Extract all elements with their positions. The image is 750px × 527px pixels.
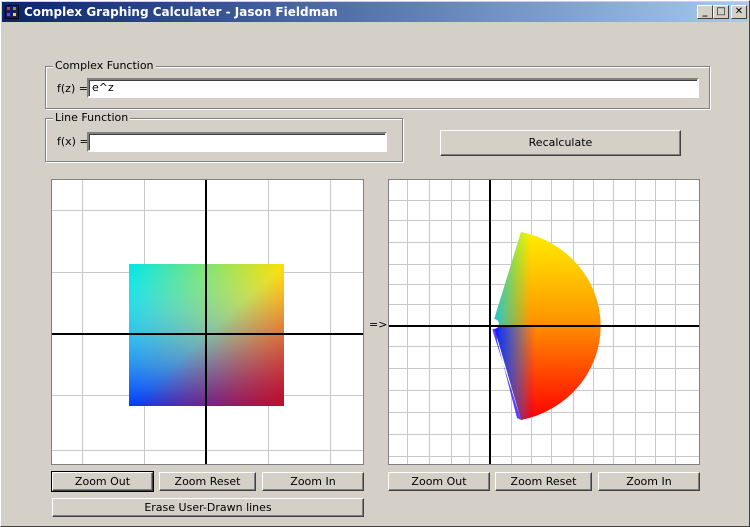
complex-function-group: Complex Function f(z) = e^z: [45, 59, 710, 109]
left-zoom-reset-button[interactable]: Zoom Reset: [159, 472, 256, 491]
complex-function-legend: Complex Function: [53, 59, 156, 72]
erase-lines-button[interactable]: Erase User-Drawn lines: [52, 498, 364, 517]
window-title: Complex Graphing Calculater - Jason Fiel…: [24, 5, 338, 19]
minimize-button[interactable]: _: [697, 5, 713, 19]
right-zoom-out-button[interactable]: Zoom Out: [388, 472, 490, 491]
output-plane-plot[interactable]: [388, 179, 700, 465]
app-window: Complex Graphing Calculater - Jason Fiel…: [0, 0, 750, 527]
left-zoom-in-button[interactable]: Zoom In: [262, 472, 364, 491]
input-plane-canvas[interactable]: [52, 180, 363, 464]
output-plane-canvas[interactable]: [389, 180, 699, 464]
complex-function-input[interactable]: e^z: [87, 78, 699, 98]
line-function-label: f(x) =: [57, 135, 89, 148]
close-button[interactable]: ✕: [731, 5, 747, 19]
line-function-group: Line Function f(x) =: [45, 111, 403, 162]
app-icon: [5, 5, 19, 19]
maximize-button[interactable]: □: [713, 5, 729, 19]
left-zoom-out-button[interactable]: Zoom Out: [52, 472, 153, 491]
line-function-input[interactable]: [87, 132, 387, 152]
right-zoom-reset-button[interactable]: Zoom Reset: [495, 472, 592, 491]
recalculate-button[interactable]: Recalculate: [440, 130, 681, 156]
line-function-legend: Line Function: [53, 111, 131, 124]
complex-function-label: f(z) =: [57, 82, 88, 95]
mapping-arrow: =>: [369, 318, 388, 331]
title-bar[interactable]: Complex Graphing Calculater - Jason Fiel…: [2, 2, 748, 22]
right-zoom-in-button[interactable]: Zoom In: [598, 472, 700, 491]
input-plane-plot[interactable]: [51, 179, 364, 465]
